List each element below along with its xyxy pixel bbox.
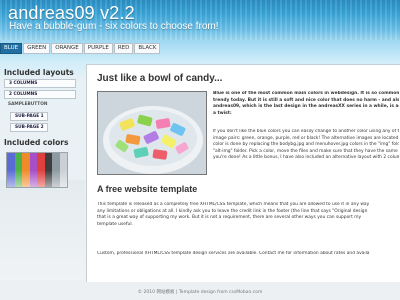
color-swatch-0 [7, 153, 15, 187]
page-heading: Just like a bowl of candy... [97, 73, 223, 84]
tab-red[interactable]: RED [113, 43, 134, 54]
tab-blue[interactable]: BLUE [0, 43, 23, 54]
sidebar-background [0, 180, 85, 280]
tab-orange[interactable]: ORANGE [51, 43, 83, 54]
colors-paragraph: If you don't like the blue colors you ca… [213, 129, 399, 161]
intro-paragraph: Blue is one of the most common main colo… [213, 91, 399, 116]
color-swatch-2 [22, 153, 30, 187]
services-paragraph: Custom, professional XHTML/CSS template … [97, 251, 370, 256]
tab-black[interactable]: BLACK [134, 43, 161, 54]
layouts-heading: Included layouts [4, 68, 74, 77]
color-swatch-7 [59, 153, 67, 187]
nav-sub-page-1[interactable]: SUB-PAGE 1 [10, 112, 48, 121]
color-swatch-5 [44, 153, 52, 187]
color-tabs: BLUE GREEN ORANGE PURPLE RED BLACK [0, 43, 161, 54]
tab-green[interactable]: GREEN [23, 43, 51, 54]
tab-purple[interactable]: PURPLE [83, 43, 113, 54]
nav-2-columns[interactable]: 2 COLUMNS [4, 90, 76, 99]
color-swatch-1 [14, 153, 22, 187]
section-heading: A free website template [97, 184, 198, 194]
license-paragraph: This template is released as a completel… [97, 202, 370, 227]
main-content: Just like a bowl of candy... Blue is one [86, 64, 400, 282]
nav-3-columns[interactable]: 3 COLUMNS [4, 79, 76, 88]
site-slogan: Have a bubble-gum - six colors to choose… [9, 21, 219, 32]
candy-bowl-image [97, 91, 207, 175]
nav-sub-page-2[interactable]: SUB-PAGE 2 [10, 123, 48, 132]
footer-credit: © 2010 网站模板 | Template design from cssMo… [137, 290, 263, 295]
color-swatch-3 [29, 153, 37, 187]
nav-samplebutton[interactable]: SAMPLEBUTTON [4, 101, 76, 110]
color-swatch-6 [52, 153, 60, 187]
colors-heading: Included colors [4, 138, 69, 147]
sidebar: Included layouts 3 COLUMNS 2 COLUMNS SAM… [0, 68, 80, 188]
color-swatches [6, 152, 68, 188]
color-swatch-4 [37, 153, 45, 187]
